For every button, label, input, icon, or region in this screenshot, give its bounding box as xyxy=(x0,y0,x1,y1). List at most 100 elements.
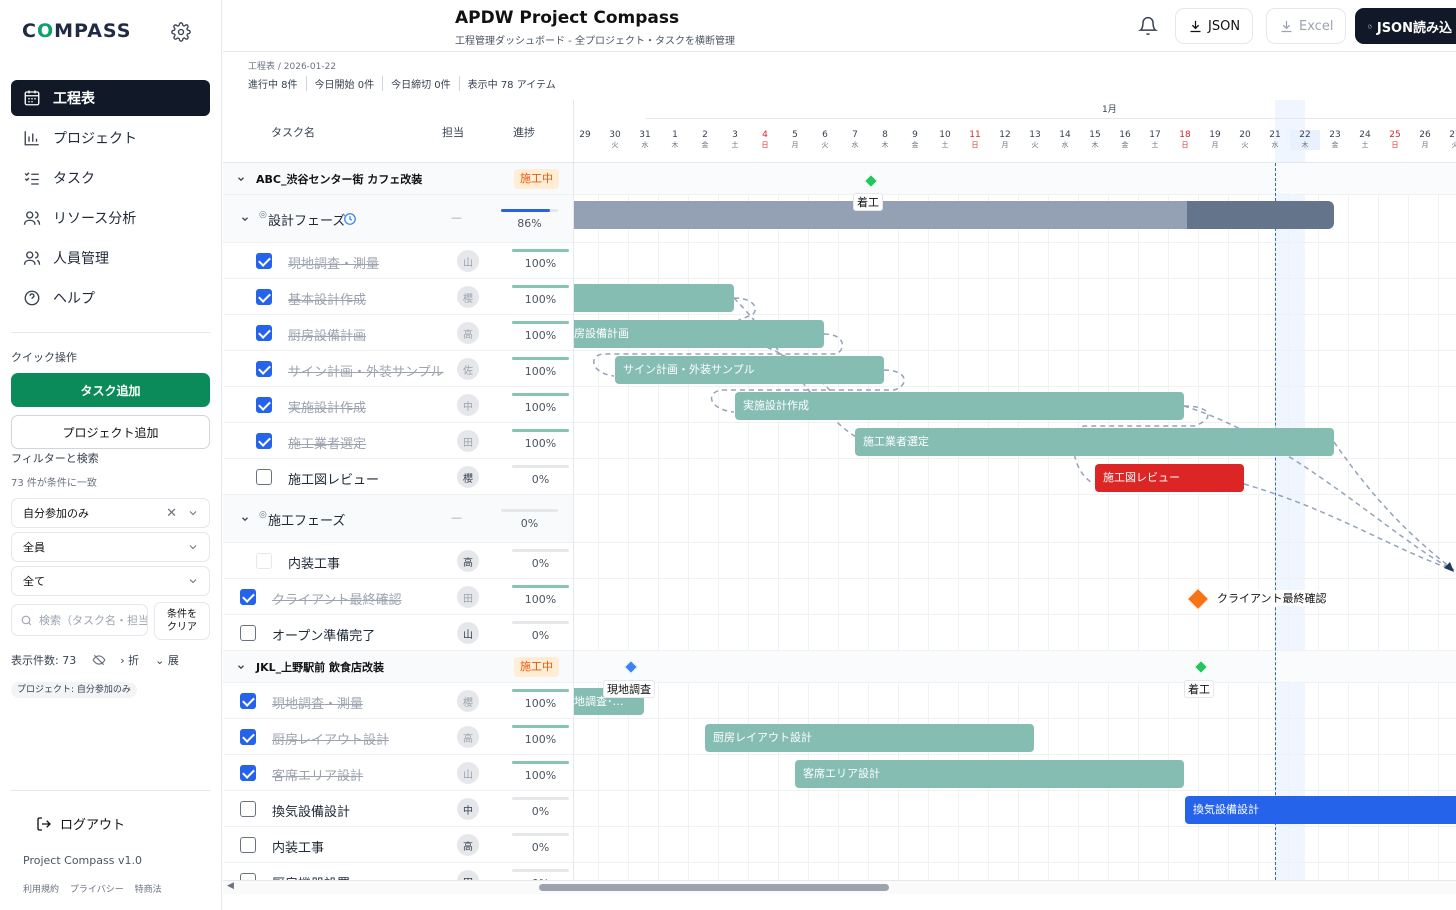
add-project-button[interactable]: プロジェクト追加 xyxy=(11,415,210,449)
table-row[interactable]: 換気設備設計 中 0% xyxy=(223,791,573,827)
chevron-down-icon[interactable] xyxy=(236,174,246,184)
table-row[interactable]: 内装工事 高 0% xyxy=(223,827,573,863)
task-name[interactable]: 内装工事 xyxy=(272,837,324,856)
status-select[interactable]: 全て xyxy=(11,566,210,596)
scrollbar-thumb[interactable] xyxy=(539,884,889,891)
add-task-button[interactable]: タスク追加 xyxy=(11,373,210,407)
task-name[interactable]: 基本設計作成 xyxy=(288,289,366,308)
gantt-bar-sign-plan[interactable]: サイン計画・外装サンプル xyxy=(615,356,884,384)
avatar[interactable]: 高 xyxy=(457,726,479,748)
task-name[interactable]: 厨房設備計画 xyxy=(288,325,366,344)
avatar[interactable]: 山 xyxy=(457,622,479,644)
task-checkbox[interactable] xyxy=(240,765,256,781)
eye-off-icon[interactable] xyxy=(92,653,106,667)
table-row[interactable]: 厨房レイアウト設計 高 100% xyxy=(223,719,573,755)
table-row[interactable]: 基本設計作成 櫻 100% xyxy=(223,279,573,315)
avatar[interactable]: 山 xyxy=(457,250,479,272)
table-row[interactable]: 厨房機器設置 田 0% xyxy=(223,863,573,880)
task-checkbox[interactable] xyxy=(240,625,256,641)
table-row[interactable]: 厨房設備計画 高 100% xyxy=(223,315,573,351)
nav-item-schedule[interactable]: 工程表 xyxy=(11,80,210,116)
gantt-bar-kitchen-plan[interactable]: 房設備計画 xyxy=(574,320,824,348)
task-checkbox[interactable] xyxy=(256,433,272,449)
avatar[interactable]: 田 xyxy=(457,870,479,880)
avatar[interactable]: 田 xyxy=(457,586,479,608)
chevron-down-icon[interactable] xyxy=(240,514,250,524)
scope-select[interactable]: 自分参加のみ ✕ xyxy=(11,498,210,528)
phase-bar-design[interactable] xyxy=(574,201,1334,229)
breadcrumb-section[interactable]: 工程表 xyxy=(248,62,275,72)
export-json-button[interactable]: JSON xyxy=(1175,8,1254,44)
gantt-bar-drawing-review[interactable]: 施工図レビュー xyxy=(1095,464,1244,492)
avatar[interactable]: 高 xyxy=(457,834,479,856)
task-checkbox[interactable] xyxy=(256,397,272,413)
collapse-all-button[interactable]: › 折 xyxy=(120,652,139,668)
gantt-bar-kitchen-layout[interactable]: 厨房レイアウト設計 xyxy=(705,724,1034,752)
task-name[interactable]: 実施設計作成 xyxy=(288,397,366,416)
task-name[interactable]: 内装工事 xyxy=(288,553,340,572)
gantt-bar-seating[interactable]: 客席エリア設計 xyxy=(795,760,1184,788)
nav-item-projects[interactable]: プロジェクト xyxy=(11,120,210,156)
task-checkbox[interactable] xyxy=(240,801,256,817)
table-row[interactable]: サイン計画・外装サンプル佐 100% xyxy=(223,351,573,387)
task-name[interactable]: 換気設備設計 xyxy=(272,801,350,820)
nav-item-resource[interactable]: リソース分析 xyxy=(11,200,210,236)
task-name[interactable]: クライアント最終確認 xyxy=(272,589,401,608)
task-checkbox[interactable] xyxy=(256,553,272,569)
task-checkbox[interactable] xyxy=(240,873,256,880)
clear-filters-button[interactable]: 条件を クリア xyxy=(154,602,210,640)
import-json-button[interactable]: JSON読み込 xyxy=(1355,8,1456,44)
avatar[interactable]: 櫻 xyxy=(457,466,479,488)
gantt-bar-basic-design[interactable] xyxy=(574,284,734,312)
table-row[interactable]: 施工図レビュー 櫻 0% xyxy=(223,459,573,495)
avatar[interactable]: 櫻 xyxy=(457,286,479,308)
table-row[interactable]: 現地調査・測量 櫻 100% xyxy=(223,683,573,719)
gear-icon[interactable] xyxy=(171,22,191,42)
task-name[interactable]: 施工図レビュー xyxy=(288,469,379,488)
task-checkbox[interactable] xyxy=(256,361,272,377)
avatar[interactable]: 山 xyxy=(457,762,479,784)
avatar[interactable]: 櫻 xyxy=(457,690,479,712)
task-name[interactable]: 現地調査・測量 xyxy=(272,693,363,712)
table-row[interactable]: 施工業者選定 田 100% xyxy=(223,423,573,459)
table-row[interactable]: クライアント最終確認 田 100% xyxy=(223,579,573,615)
scroll-left-icon[interactable]: ◀ xyxy=(227,881,234,891)
avatar[interactable]: 中 xyxy=(457,394,479,416)
task-checkbox[interactable] xyxy=(240,693,256,709)
nav-item-help[interactable]: ヘルプ xyxy=(11,280,210,316)
horizontal-scrollbar[interactable]: ◀ xyxy=(223,880,1456,894)
commerce-link[interactable]: 特商法 xyxy=(135,885,162,895)
logout-button[interactable]: ログアウト xyxy=(36,814,125,833)
search-input[interactable]: 検索（タスク名・担当 xyxy=(11,604,148,636)
clear-icon[interactable]: ✕ xyxy=(166,506,177,521)
member-select[interactable]: 全員 xyxy=(11,532,210,562)
task-checkbox[interactable] xyxy=(240,837,256,853)
gantt-bar-detail-design[interactable]: 実施設計作成 xyxy=(735,392,1184,420)
table-row[interactable]: 内装工事 高 0% xyxy=(223,543,573,579)
terms-link[interactable]: 利用規約 xyxy=(23,885,59,895)
chevron-down-icon[interactable] xyxy=(236,662,246,672)
avatar[interactable]: 田 xyxy=(457,430,479,452)
task-name[interactable]: 厨房レイアウト設計 xyxy=(272,729,389,748)
avatar[interactable]: 高 xyxy=(457,322,479,344)
task-checkbox[interactable] xyxy=(256,325,272,341)
task-name[interactable]: 施工業者選定 xyxy=(288,433,366,452)
table-row[interactable]: オープン準備完了 山 0% xyxy=(223,615,573,651)
nav-item-staff[interactable]: 人員管理 xyxy=(11,240,210,276)
table-row[interactable]: 実施設計作成 中 100% xyxy=(223,387,573,423)
bell-icon[interactable] xyxy=(1138,16,1158,36)
avatar[interactable]: 佐 xyxy=(457,358,479,380)
expand-all-button[interactable]: ⌄ 展 xyxy=(155,652,179,668)
task-name[interactable]: オープン準備完了 xyxy=(272,625,375,644)
table-row[interactable]: 現地調査・測量 山 100% xyxy=(223,243,573,279)
phase-row[interactable]: ◎ 施工フェーズ — 0% xyxy=(223,495,573,543)
app-logo[interactable]: COMPASS xyxy=(22,20,131,42)
export-excel-button[interactable]: Excel xyxy=(1266,8,1347,44)
project-row[interactable]: JKL_上野駅前 飲食店改装 施工中 xyxy=(223,651,573,683)
filter-chip[interactable]: プロジェクト: 自分参加のみ xyxy=(11,682,137,698)
gantt-bar-contractor[interactable]: 施工業者選定 xyxy=(855,428,1334,456)
phase-row[interactable]: ◎ 設計フェーズ — 86% xyxy=(223,195,573,243)
privacy-link[interactable]: プライバシー xyxy=(70,885,124,895)
task-name[interactable]: 現地調査・測量 xyxy=(288,253,379,272)
task-name[interactable]: 厨房機器設置 xyxy=(272,873,350,880)
